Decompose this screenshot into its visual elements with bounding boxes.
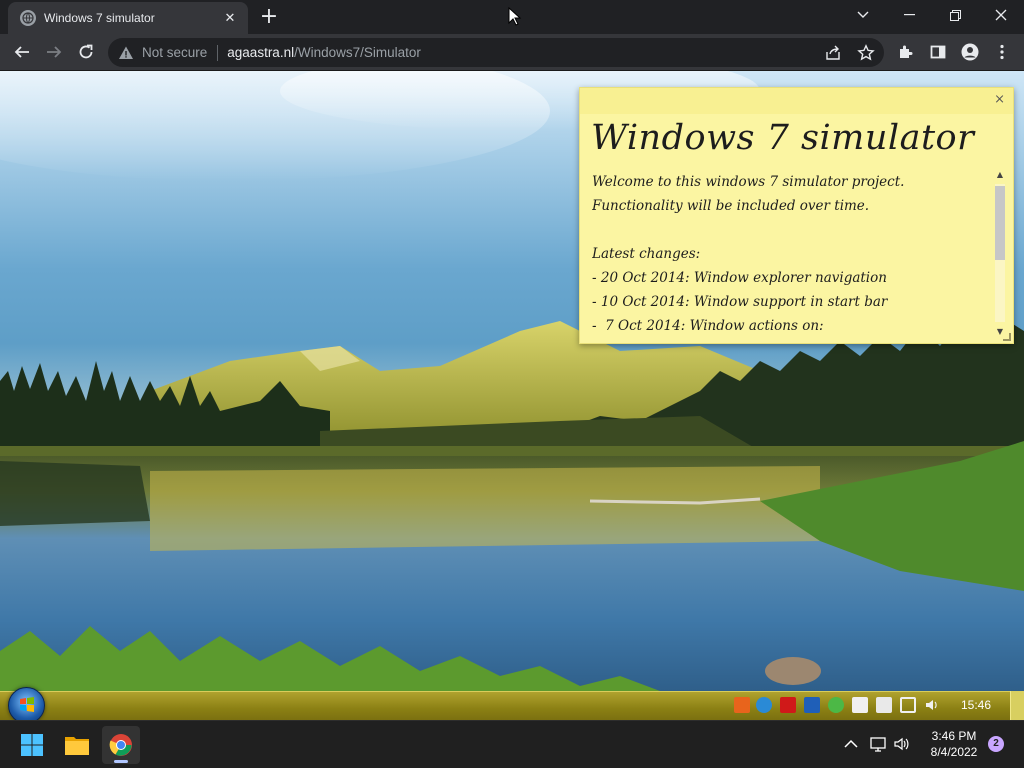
clipboard-icon[interactable] bbox=[876, 697, 892, 713]
show-desktop-button[interactable] bbox=[1010, 691, 1024, 720]
outlook-icon[interactable] bbox=[804, 697, 820, 713]
browser-tab[interactable]: Windows 7 simulator ✕ bbox=[8, 2, 248, 34]
tab-close-icon[interactable]: ✕ bbox=[222, 11, 238, 26]
speaker-icon[interactable] bbox=[893, 735, 911, 753]
browser-menu-button[interactable] bbox=[988, 38, 1016, 66]
resize-grip-icon[interactable] bbox=[1003, 333, 1011, 341]
scroll-up-arrow-icon[interactable]: ▲ bbox=[995, 170, 1005, 179]
win7-taskbar bbox=[0, 691, 1024, 720]
reload-icon bbox=[79, 44, 93, 59]
profile-button[interactable] bbox=[956, 38, 984, 66]
tab-title: Windows 7 simulator bbox=[44, 11, 155, 25]
desktop-wallpaper[interactable]: × Windows 7 simulator Welcome to this wi… bbox=[0, 71, 1024, 691]
sticky-note[interactable]: × Windows 7 simulator Welcome to this wi… bbox=[579, 87, 1014, 344]
chrome-taskbar-button[interactable] bbox=[102, 726, 140, 764]
kebab-menu-icon bbox=[1000, 44, 1004, 60]
new-tab-button[interactable]: + bbox=[256, 5, 282, 31]
security-label[interactable]: Not secure bbox=[142, 45, 207, 60]
reload-button[interactable] bbox=[72, 38, 100, 66]
windows-flag-icon bbox=[20, 697, 34, 712]
network-display-icon[interactable] bbox=[869, 735, 887, 753]
profile-icon bbox=[961, 43, 979, 61]
notification-badge[interactable]: 2 bbox=[988, 736, 1004, 752]
globe-icon bbox=[20, 10, 36, 26]
volume-icon[interactable] bbox=[924, 697, 940, 713]
share-icon[interactable] bbox=[824, 44, 842, 62]
side-panel-icon bbox=[930, 45, 946, 59]
url-host[interactable]: agaastra.nl bbox=[227, 45, 294, 60]
extensions-button[interactable] bbox=[892, 38, 920, 66]
restore-button[interactable] bbox=[932, 0, 978, 30]
sticky-note-body[interactable]: Welcome to this windows 7 simulator proj… bbox=[592, 170, 988, 336]
note-line: Latest changes: bbox=[592, 246, 701, 262]
active-app-indicator bbox=[114, 760, 128, 763]
omnibox-divider bbox=[217, 44, 219, 61]
warning-icon[interactable] bbox=[118, 45, 134, 61]
windows-start-icon bbox=[21, 734, 43, 756]
chrome-icon bbox=[109, 734, 132, 756]
chevron-up-icon[interactable] bbox=[842, 735, 860, 753]
back-button[interactable] bbox=[8, 38, 36, 66]
note-line: Functionality will be included over time… bbox=[592, 198, 870, 214]
sticky-note-title: Windows 7 simulator bbox=[591, 118, 975, 158]
browser-toolbar: Not secure agaastra.nl/Windows7/Simulato… bbox=[0, 34, 1024, 71]
note-line: - 10 Oct 2014: Window support in start b… bbox=[592, 294, 888, 310]
sticky-note-header[interactable] bbox=[580, 88, 1013, 114]
host-date: 8/4/2022 bbox=[930, 745, 978, 759]
host-clock[interactable]: 3:46 PM 8/4/2022 bbox=[924, 728, 984, 760]
pdf-icon[interactable] bbox=[780, 697, 796, 713]
note-line: - 20 Oct 2014: Window explorer navigatio… bbox=[592, 270, 887, 286]
flag-icon[interactable] bbox=[852, 697, 868, 713]
host-time: 3:46 PM bbox=[931, 729, 977, 743]
note-line bbox=[592, 218, 988, 242]
green-check-icon[interactable] bbox=[828, 697, 844, 713]
win7-clock[interactable]: 15:46 bbox=[952, 698, 1000, 712]
side-panel-button[interactable] bbox=[924, 38, 952, 66]
scroll-thumb[interactable] bbox=[995, 186, 1005, 260]
win7-start-orb[interactable] bbox=[8, 687, 45, 724]
network-icon[interactable] bbox=[900, 697, 916, 713]
forward-button[interactable] bbox=[40, 38, 68, 66]
file-explorer-button[interactable] bbox=[58, 726, 96, 764]
back-arrow-icon bbox=[14, 46, 29, 58]
bookmark-star-icon[interactable] bbox=[857, 44, 875, 62]
tab-search-icon[interactable] bbox=[840, 0, 886, 30]
address-bar[interactable]: Not secure agaastra.nl/Windows7/Simulato… bbox=[108, 38, 884, 67]
windows-start-button[interactable] bbox=[13, 726, 51, 764]
orange-app-icon[interactable] bbox=[734, 697, 750, 713]
minimize-button[interactable] bbox=[886, 0, 932, 30]
note-line: Welcome to this windows 7 simulator proj… bbox=[592, 174, 905, 190]
mouse-cursor-icon bbox=[508, 7, 522, 26]
puzzle-icon bbox=[900, 45, 913, 58]
sticky-note-scrollbar[interactable]: ▲ ▼ bbox=[993, 170, 1007, 336]
file-explorer-icon bbox=[65, 737, 89, 755]
url-path[interactable]: /Windows7/Simulator bbox=[294, 45, 421, 60]
forward-arrow-icon bbox=[47, 46, 62, 58]
ie-icon[interactable] bbox=[756, 697, 772, 713]
sticky-note-close-icon[interactable]: × bbox=[994, 92, 1005, 107]
close-window-button[interactable] bbox=[978, 0, 1024, 30]
note-line: - 7 Oct 2014: Window actions on: bbox=[592, 318, 824, 334]
